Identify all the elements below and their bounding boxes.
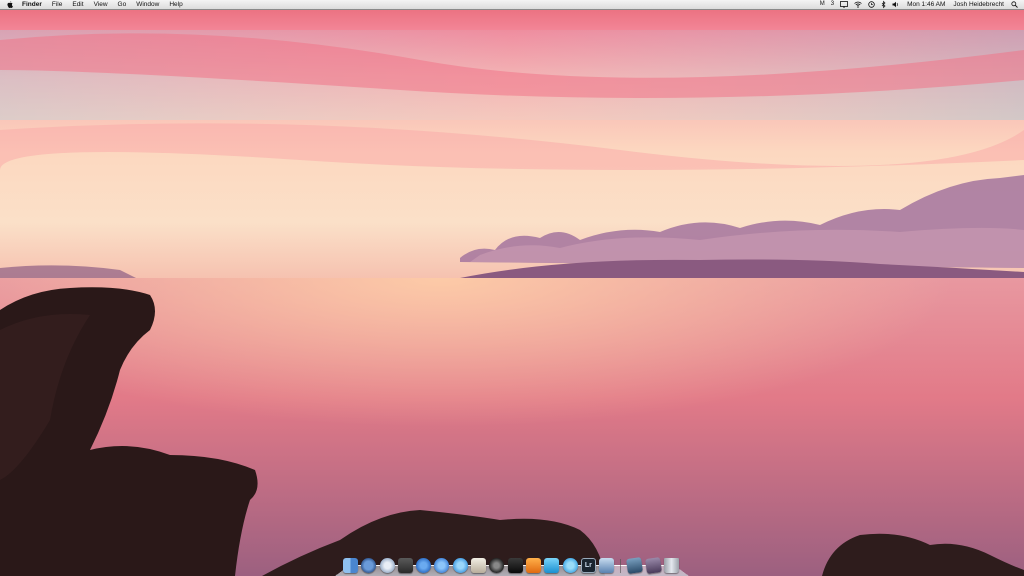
menu-window[interactable]: Window	[136, 0, 159, 9]
apple-menu-icon[interactable]	[7, 1, 13, 8]
menu-help[interactable]: Help	[169, 0, 182, 9]
photos-icon[interactable]	[599, 558, 615, 573]
menu-file[interactable]: File	[52, 0, 62, 9]
menu-edit[interactable]: Edit	[72, 0, 83, 9]
desktop-wallpaper	[0, 0, 1024, 576]
wifi-icon[interactable]	[854, 0, 862, 9]
lightroom-icon-label: Lr	[584, 562, 592, 569]
display-icon[interactable]	[840, 0, 848, 9]
word-icon[interactable]	[544, 558, 560, 573]
finder-icon[interactable]	[343, 558, 358, 573]
downloads-stack-icon[interactable]	[644, 557, 662, 574]
notification-badge[interactable]: 3	[831, 0, 834, 9]
spotlight-search-icon[interactable]	[1011, 0, 1018, 9]
pages-icon[interactable]	[525, 558, 541, 573]
time-machine-icon[interactable]	[868, 0, 875, 9]
dashboard-icon[interactable]	[361, 558, 377, 573]
menu-bar: Finder File Edit View Go Window Help M 3…	[0, 0, 1024, 10]
itunes-icon[interactable]	[434, 558, 450, 573]
desktop[interactable]: Finder File Edit View Go Window Help M 3…	[0, 0, 1024, 576]
menu-go[interactable]: Go	[118, 0, 127, 9]
gmail-notifier-icon[interactable]: M	[820, 0, 825, 9]
preview-icon[interactable]	[471, 558, 487, 573]
safari-icon[interactable]	[379, 558, 395, 573]
terminal-icon[interactable]	[507, 558, 523, 573]
menu-view[interactable]: View	[94, 0, 108, 9]
messages-icon[interactable]	[452, 558, 468, 573]
dock: Lr	[335, 553, 689, 576]
menubar-clock[interactable]: Mon 1:46 AM	[907, 0, 945, 9]
trash-icon[interactable]	[664, 558, 680, 573]
menubar-user-name[interactable]: Josh Heidebrecht	[953, 0, 1004, 9]
volume-icon[interactable]	[892, 0, 899, 9]
twitter-icon[interactable]	[562, 558, 578, 573]
app-store-icon[interactable]	[416, 558, 432, 573]
photo-booth-icon[interactable]	[489, 558, 505, 573]
dock-icon-row: Lr	[343, 553, 682, 574]
activity-monitor-icon[interactable]	[397, 558, 413, 573]
dock-separator	[620, 559, 622, 573]
bluetooth-icon[interactable]	[881, 0, 886, 9]
lightroom-icon[interactable]: Lr	[580, 558, 596, 573]
applications-stack-icon[interactable]	[626, 557, 644, 574]
menu-app-finder[interactable]: Finder	[22, 0, 42, 9]
